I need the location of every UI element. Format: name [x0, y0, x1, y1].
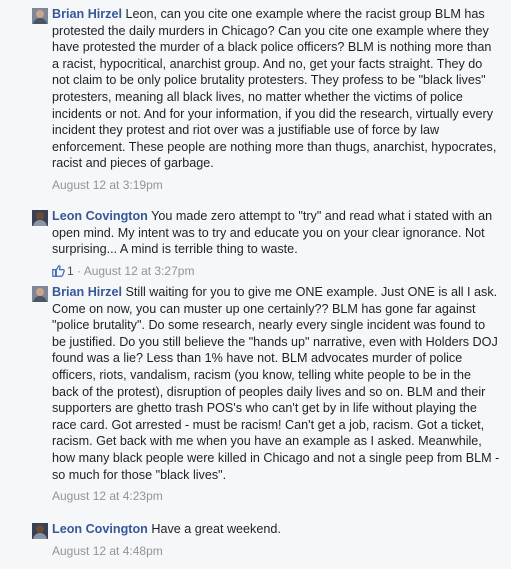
- author-name-link[interactable]: Leon Covington: [52, 209, 148, 223]
- comment-meta: August 12 at 3:19pm: [52, 178, 500, 192]
- comment-text: Have a great weekend.: [151, 522, 281, 536]
- author-name-link[interactable]: Leon Covington: [52, 522, 148, 536]
- comment-meta: 1 · August 12 at 3:27pm: [52, 264, 500, 278]
- avatar[interactable]: [32, 8, 48, 24]
- comment-body: Leon Covington You made zero attempt to …: [52, 208, 500, 258]
- comment-body: Brian Hirzel Leon, can you cite one exam…: [52, 6, 500, 172]
- comment-text: Still waiting for you to give me ONE exa…: [52, 285, 500, 482]
- thumbs-up-icon[interactable]: [52, 265, 65, 277]
- author-name-link[interactable]: Brian Hirzel: [52, 285, 122, 299]
- comment-item: Leon Covington You made zero attempt to …: [32, 208, 500, 278]
- timestamp-link[interactable]: August 12 at 4:48pm: [52, 544, 163, 558]
- avatar[interactable]: [32, 210, 48, 226]
- comment-body: Brian Hirzel Still waiting for you to gi…: [52, 284, 500, 483]
- avatar[interactable]: [32, 286, 48, 302]
- comment-thread: Brian Hirzel Leon, can you cite one exam…: [0, 0, 511, 569]
- timestamp-link[interactable]: August 12 at 3:27pm: [84, 264, 195, 278]
- meta-separator: ·: [73, 263, 84, 278]
- comment-item: Leon Covington Have a great weekend. Aug…: [32, 521, 500, 558]
- author-name-link[interactable]: Brian Hirzel: [52, 7, 122, 21]
- comment-text: Leon, can you cite one example where the…: [52, 7, 497, 171]
- timestamp-link[interactable]: August 12 at 3:19pm: [52, 178, 163, 192]
- comment-item: Brian Hirzel Still waiting for you to gi…: [32, 284, 500, 503]
- timestamp-link[interactable]: August 12 at 4:23pm: [52, 489, 163, 503]
- comment-meta: August 12 at 4:23pm: [52, 489, 500, 503]
- like-count[interactable]: 1: [67, 264, 74, 278]
- comment-meta: August 12 at 4:48pm: [52, 544, 500, 558]
- comment-item: Brian Hirzel Leon, can you cite one exam…: [32, 6, 500, 192]
- comment-body: Leon Covington Have a great weekend.: [52, 521, 500, 538]
- avatar[interactable]: [32, 523, 48, 539]
